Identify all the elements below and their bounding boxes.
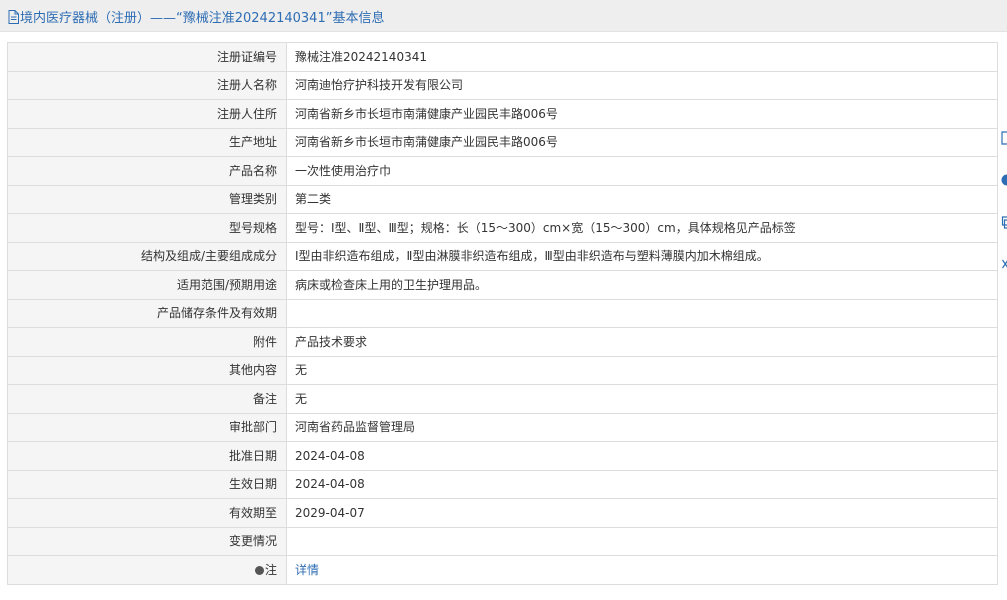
- page-title-wrap: 境内医疗器械（注册）——“豫械注准20242140341”基本信息: [8, 7, 384, 26]
- row-value-approval-date: 2024-04-08: [286, 441, 998, 471]
- row-label-expiry-date: 有效期至: [7, 498, 287, 528]
- table-row-expiry-date: 有效期至 2029-04-07: [7, 498, 998, 528]
- document-icon: [8, 9, 19, 24]
- row-value-other-content: 无: [286, 355, 998, 385]
- row-value-note: 详情: [286, 555, 998, 585]
- row-value-expiry-date: 2029-04-07: [286, 498, 998, 528]
- table-row-note: 注 详情: [7, 555, 998, 585]
- row-label-effective-date: 生效日期: [7, 469, 287, 499]
- table-row-effective-date: 生效日期 2024-04-08: [7, 469, 998, 499]
- page-header: 境内医疗器械（注册）——“豫械注准20242140341”基本信息: [0, 0, 1007, 32]
- table-row-structure-composition: 结构及组成/主要组成成分 Ⅰ型由非织造布组成，Ⅱ型由淋膜非织造布组成，Ⅲ型由非织…: [7, 241, 998, 271]
- document-tool-icon[interactable]: [1001, 130, 1007, 146]
- table-row-other-content: 其他内容 无: [7, 355, 998, 385]
- row-label-structure-composition: 结构及组成/主要组成成分: [7, 241, 287, 271]
- table-row-storage-conditions: 产品储存条件及有效期: [7, 298, 998, 328]
- table-row-approval-date: 批准日期 2024-04-08: [7, 441, 998, 471]
- row-value-storage-conditions: [286, 298, 998, 328]
- row-label-scope-of-application: 适用范围/预期用途: [7, 270, 287, 300]
- row-label-registration-number: 注册证编号: [7, 42, 287, 72]
- table-row-remarks: 备注 无: [7, 384, 998, 414]
- table-row-management-category: 管理类别 第二类: [7, 184, 998, 214]
- close-tool-icon[interactable]: [1001, 256, 1007, 272]
- row-value-management-category: 第二类: [286, 184, 998, 214]
- row-value-production-address: 河南省新乡市长垣市南蒲健康产业园民丰路006号: [286, 127, 998, 157]
- table-row-registrant-address: 注册人住所 河南省新乡市长垣市南蒲健康产业园民丰路006号: [7, 99, 998, 129]
- row-value-registration-number: 豫械注准20242140341: [286, 42, 998, 72]
- row-value-model-specification: 型号：Ⅰ型、Ⅱ型、Ⅲ型；规格：长（15～300）cm×宽（15～300）cm，具…: [286, 213, 998, 243]
- row-value-structure-composition: Ⅰ型由非织造布组成，Ⅱ型由淋膜非织造布组成，Ⅲ型由非织造布与塑料薄膜内加木棉组成…: [286, 241, 998, 271]
- detail-table-body: 注册证编号 豫械注准20242140341 注册人名称 河南迪怡疗护科技开发有限…: [7, 42, 998, 585]
- row-value-change-history: [286, 526, 998, 556]
- table-row-product-name: 产品名称 一次性使用治疗巾: [7, 156, 998, 186]
- table-row-model-specification: 型号规格 型号：Ⅰ型、Ⅱ型、Ⅲ型；规格：长（15～300）cm×宽（15～300…: [7, 213, 998, 243]
- row-label-storage-conditions: 产品储存条件及有效期: [7, 298, 287, 328]
- row-label-product-name: 产品名称: [7, 156, 287, 186]
- table-row-change-history: 变更情况: [7, 526, 998, 556]
- table-row-production-address: 生产地址 河南省新乡市长垣市南蒲健康产业园民丰路006号: [7, 127, 998, 157]
- row-label-approval-department: 审批部门: [7, 412, 287, 442]
- page-title: 境内医疗器械（注册）——“豫械注准20242140341”基本信息: [20, 11, 385, 26]
- copy-tool-icon[interactable]: [1001, 214, 1007, 230]
- info-dot-icon: [254, 565, 264, 575]
- info-tool-icon[interactable]: [1001, 172, 1007, 188]
- table-row-scope-of-application: 适用范围/预期用途 病床或检查床上用的卫生护理用品。: [7, 270, 998, 300]
- table-row-attachment: 附件 产品技术要求: [7, 327, 998, 357]
- row-label-approval-date: 批准日期: [7, 441, 287, 471]
- row-value-remarks: 无: [286, 384, 998, 414]
- row-label-note: 注: [7, 555, 287, 585]
- detail-table-wrap: 注册证编号 豫械注准20242140341 注册人名称 河南迪怡疗护科技开发有限…: [7, 42, 998, 585]
- row-label-production-address: 生产地址: [7, 127, 287, 157]
- detail-table: 注册证编号 豫械注准20242140341 注册人名称 河南迪怡疗护科技开发有限…: [7, 42, 998, 585]
- row-label-remarks: 备注: [7, 384, 287, 414]
- details-link[interactable]: 详情: [295, 563, 319, 577]
- side-toolbar: [997, 120, 1007, 290]
- note-label: 注: [264, 562, 277, 577]
- row-label-registrant-name: 注册人名称: [7, 70, 287, 100]
- row-value-approval-department: 河南省药品监督管理局: [286, 412, 998, 442]
- row-value-registrant-name: 河南迪怡疗护科技开发有限公司: [286, 70, 998, 100]
- row-value-effective-date: 2024-04-08: [286, 469, 998, 499]
- table-row-registrant-name: 注册人名称 河南迪怡疗护科技开发有限公司: [7, 70, 998, 100]
- row-label-management-category: 管理类别: [7, 184, 287, 214]
- row-value-attachment: 产品技术要求: [286, 327, 998, 357]
- row-label-change-history: 变更情况: [7, 526, 287, 556]
- row-value-product-name: 一次性使用治疗巾: [286, 156, 998, 186]
- table-row-approval-department: 审批部门 河南省药品监督管理局: [7, 412, 998, 442]
- row-value-registrant-address: 河南省新乡市长垣市南蒲健康产业园民丰路006号: [286, 99, 998, 129]
- row-label-model-specification: 型号规格: [7, 213, 287, 243]
- row-value-scope-of-application: 病床或检查床上用的卫生护理用品。: [286, 270, 998, 300]
- table-row-registration-number: 注册证编号 豫械注准20242140341: [7, 42, 998, 72]
- row-label-other-content: 其他内容: [7, 355, 287, 385]
- row-label-registrant-address: 注册人住所: [7, 99, 287, 129]
- row-label-attachment: 附件: [7, 327, 287, 357]
